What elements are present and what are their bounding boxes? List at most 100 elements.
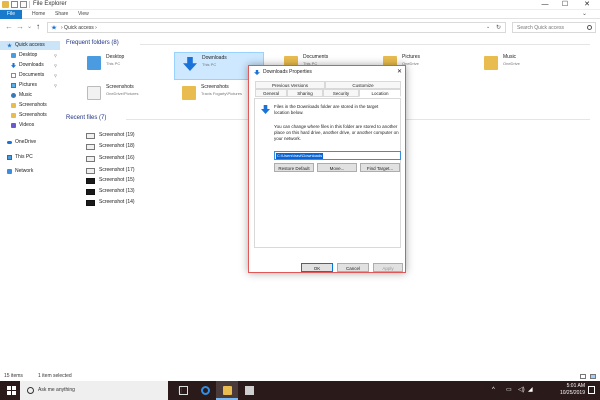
search-input[interactable]: Search Quick access (512, 22, 596, 33)
sidebar-item-label: Documents (19, 72, 45, 78)
edge-icon (201, 386, 210, 395)
list-item[interactable]: Screenshot (19) (86, 131, 156, 140)
sidebar-item-onedrive[interactable]: OneDrive (0, 138, 60, 147)
recent-files-heading[interactable]: Recent files (7) (66, 115, 106, 121)
tab-customize[interactable]: Customize (325, 81, 401, 89)
file-name: Screenshot (15) (99, 177, 135, 183)
pin-icon[interactable]: ⚲ (54, 71, 57, 80)
ok-button[interactable]: OK (301, 263, 333, 272)
clock-time: 5:01 AM (566, 383, 585, 389)
item-count: 15 items (4, 373, 23, 379)
volume-icon[interactable]: ◁) (518, 381, 525, 400)
list-item[interactable]: Screenshot (18) (86, 142, 156, 151)
sidebar-item-label: OneDrive (15, 139, 37, 145)
sidebar-item-downloads[interactable]: Downloads ⚲ (0, 61, 60, 70)
list-item[interactable]: Screenshot (13) (86, 187, 156, 196)
tab-previous-versions[interactable]: Previous Versions (255, 81, 325, 89)
image-thumbnail-icon (86, 168, 95, 174)
address-path[interactable]: › Quick access › (61, 25, 97, 31)
navigation-pane: Quick access Desktop ⚲ Downloads ⚲ Docum… (0, 35, 60, 372)
apply-button[interactable]: Apply (373, 263, 403, 272)
file-name: Screenshot (17) (99, 167, 135, 173)
folder-location: This PC (106, 61, 121, 66)
dialog-title: Downloads Properties (263, 69, 312, 75)
sidebar-item-screenshots[interactable]: Screenshots (0, 101, 60, 110)
file-explorer-taskbar-button[interactable] (216, 381, 238, 400)
sidebar-item-quick-access[interactable]: Quick access (0, 41, 60, 50)
properties-icon[interactable] (11, 1, 18, 8)
folder-tile-screenshots[interactable]: Screenshots OneDrive\Pictures (79, 82, 169, 110)
tab-file[interactable]: File (0, 10, 22, 19)
minimize-button[interactable]: — (536, 0, 554, 10)
task-view-button[interactable] (172, 381, 194, 400)
taskbar: Ask me anything ^ ▭ ◁) ◢ 5:01 AM 10/25/2… (0, 381, 600, 400)
expand-ribbon-icon[interactable]: ⌄ (582, 10, 587, 19)
find-target-button[interactable]: Find Target... (360, 163, 400, 172)
list-item[interactable]: Screenshot (17) (86, 166, 156, 175)
list-item[interactable]: Screenshot (15) (86, 176, 156, 185)
image-thumbnail-icon (86, 156, 95, 162)
list-item[interactable]: Screenshot (14) (86, 198, 156, 207)
windows-start-icon[interactable] (7, 386, 16, 395)
folder-tile-desktop[interactable]: Desktop This PC (79, 52, 169, 80)
restore-default-button[interactable]: Restore Default (274, 163, 314, 172)
close-icon[interactable]: ✕ (397, 68, 402, 75)
sidebar-item-pictures[interactable]: Pictures ⚲ (0, 81, 60, 90)
sidebar-item-label: Downloads (19, 62, 44, 68)
up-button[interactable]: ↑ (36, 22, 40, 32)
sidebar-item-music[interactable]: Music (0, 91, 60, 100)
pin-icon[interactable]: ⚲ (54, 61, 57, 70)
sidebar-item-label: Videos (19, 122, 35, 128)
folder-tile-music[interactable]: Music OneDrive (476, 52, 566, 80)
location-path-input[interactable]: C:\Users\travi\Downloads (274, 151, 401, 160)
clock[interactable]: 5:01 AM 10/25/2019 (545, 383, 585, 397)
address-bar[interactable]: › Quick access › ⌄ ↻ (47, 22, 506, 33)
action-center-icon[interactable] (588, 386, 595, 394)
tab-security[interactable]: Security (323, 89, 359, 97)
screenshots-folder-icon (87, 86, 101, 100)
sidebar-item-desktop[interactable]: Desktop ⚲ (0, 51, 60, 60)
cancel-button[interactable]: Cancel (337, 263, 369, 272)
tab-general[interactable]: General (255, 89, 287, 97)
tab-location[interactable]: Location (359, 89, 401, 97)
sidebar-item-documents[interactable]: Documents ⚲ (0, 71, 60, 80)
sidebar-item-screenshots[interactable]: Screenshots (0, 111, 60, 120)
show-hidden-icons-button[interactable]: ^ (492, 381, 495, 400)
screenshots-folder-icon (182, 86, 196, 100)
list-item[interactable]: Screenshot (16) (86, 154, 156, 163)
pin-icon[interactable]: ⚲ (54, 51, 57, 60)
downloads-folder-icon (183, 57, 197, 71)
folder-icon (223, 386, 232, 395)
sidebar-item-network[interactable]: Network (0, 167, 60, 176)
close-button[interactable]: ✕ (578, 0, 596, 10)
frequent-folders-heading[interactable]: Frequent folders (8) (66, 40, 119, 46)
move-button[interactable]: Move... (317, 163, 357, 172)
taskbar-search-box[interactable]: Ask me anything (20, 381, 182, 400)
image-thumbnail-icon (86, 178, 95, 184)
forward-button[interactable]: → (16, 22, 24, 32)
sidebar-item-this-pc[interactable]: This PC (0, 153, 60, 162)
new-folder-icon[interactable] (20, 1, 27, 8)
folder-location: This PC (202, 62, 217, 67)
file-name: Screenshot (14) (99, 199, 135, 205)
tab-sharing[interactable]: Sharing (287, 89, 323, 97)
maximize-button[interactable]: ☐ (556, 0, 574, 10)
edge-taskbar-button[interactable] (194, 381, 216, 400)
folder-icon[interactable] (2, 1, 9, 8)
refresh-icon[interactable]: ↻ (496, 24, 501, 31)
tab-home[interactable]: Home (32, 10, 45, 19)
recent-locations-button[interactable]: ⌄ (27, 22, 32, 32)
details-view-icon[interactable] (580, 374, 586, 379)
sidebar-item-label: Quick access (15, 42, 45, 48)
network-icon[interactable]: ◢ (528, 381, 533, 400)
tab-view[interactable]: View (78, 10, 89, 19)
tab-share[interactable]: Share (55, 10, 68, 19)
battery-icon[interactable]: ▭ (506, 381, 512, 400)
file-name: Screenshot (13) (99, 188, 135, 194)
store-taskbar-button[interactable] (238, 381, 260, 400)
large-icons-view-icon[interactable] (590, 374, 596, 379)
chevron-down-icon[interactable]: ⌄ (486, 24, 490, 30)
sidebar-item-videos[interactable]: Videos (0, 121, 60, 130)
pin-icon[interactable]: ⚲ (54, 81, 57, 90)
back-button[interactable]: ← (5, 22, 13, 32)
